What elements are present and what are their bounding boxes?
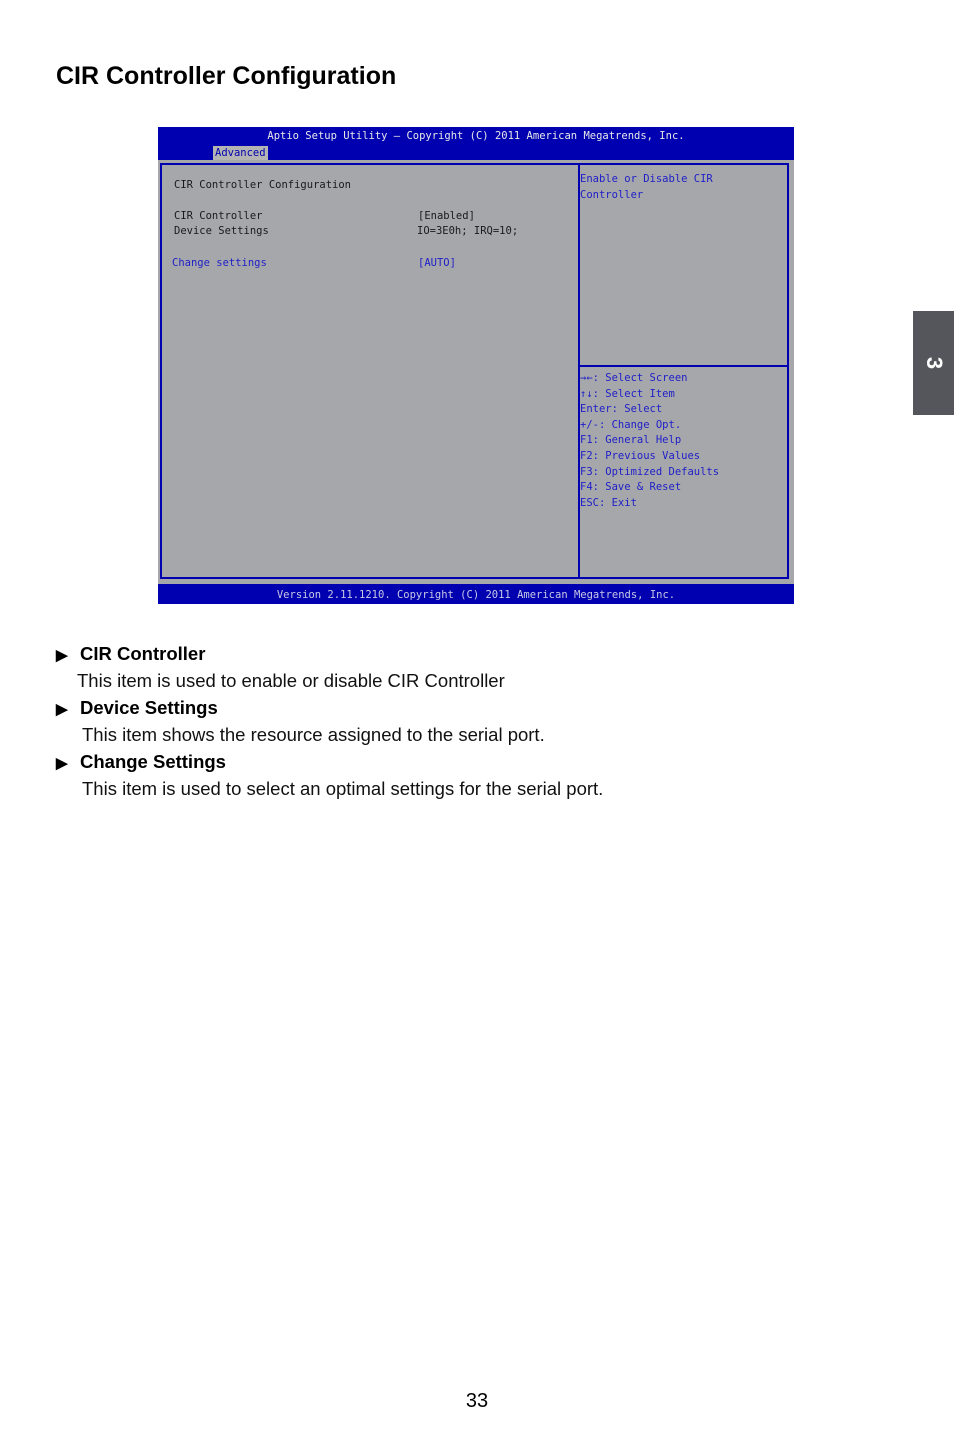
- help-divider: [580, 365, 789, 367]
- tab-advanced[interactable]: Advanced: [213, 146, 268, 160]
- right-triangle-bullet-icon: ▶: [56, 701, 68, 718]
- right-triangle-bullet-icon: ▶: [56, 755, 68, 772]
- item-cir-controller-value[interactable]: [Enabled]: [418, 209, 475, 223]
- key-help-f4: F4: Save & Reset: [580, 481, 682, 494]
- page-number: 33: [465, 1390, 489, 1412]
- item-change-settings-value[interactable]: [AUTO]: [418, 256, 456, 270]
- item-change-settings-label[interactable]: Change settings: [172, 256, 267, 270]
- right-triangle-bullet-icon: ▶: [56, 647, 68, 664]
- item-help-text: Enable or Disable CIR Controller: [580, 173, 713, 201]
- key-help-select-item: ↑↓: Select Item: [580, 387, 675, 400]
- description-item: ▶ Device Settings This item shows the res…: [56, 696, 876, 750]
- description-list: ▶ CIR Controller This item is used to ena…: [56, 642, 876, 804]
- bios-header: Aptio Setup Utility – Copyright (C) 2011…: [267, 130, 685, 142]
- item-cir-controller-label[interactable]: CIR Controller: [174, 209, 263, 223]
- key-help-f3: F3: Optimized Defaults: [580, 465, 720, 478]
- key-help-select-screen: →←: Select Screen: [580, 372, 688, 384]
- key-help-f1: F1: General Help: [580, 434, 682, 447]
- description-item: ▶ CIR Controller This item is used to ena…: [56, 642, 876, 696]
- bios-frame: CIR Controller Configuration CIR Control…: [160, 163, 789, 579]
- item-device-settings-label: Device Settings: [174, 225, 269, 237]
- description-heading: Device Settings: [80, 697, 218, 718]
- description-item: ▶ Change Settings This item is used to se…: [56, 750, 876, 804]
- section-title: CIR Controller Configuration: [174, 179, 352, 191]
- bios-footer: Version 2.11.1210. Copyright (C) 2011 Am…: [276, 589, 676, 601]
- page-title: CIR Controller Configuration: [56, 62, 397, 90]
- key-help-f2: F2: Previous Values: [580, 450, 701, 462]
- description-heading: CIR Controller: [80, 643, 206, 664]
- description-heading: Change Settings: [80, 751, 226, 772]
- chapter-tab: 3: [913, 311, 954, 415]
- key-help-esc: ESC: Exit: [580, 496, 637, 509]
- key-help-change-opt: +/-: Change Opt.: [580, 418, 682, 431]
- item-device-settings-value: IO=3E0h; IRQ=10;: [417, 225, 519, 237]
- key-help-enter: Enter: Select: [580, 403, 663, 416]
- description-text: This item shows the resource assigned to…: [82, 724, 545, 745]
- bios-screenshot: Aptio Setup Utility – Copyright (C) 2011…: [158, 127, 794, 604]
- description-text: This item is used to enable or disable C…: [77, 670, 505, 691]
- description-text: This item is used to select an optimal s…: [82, 778, 604, 799]
- bios-body: CIR Controller Configuration CIR Control…: [158, 160, 794, 584]
- chapter-number: 3: [921, 356, 947, 370]
